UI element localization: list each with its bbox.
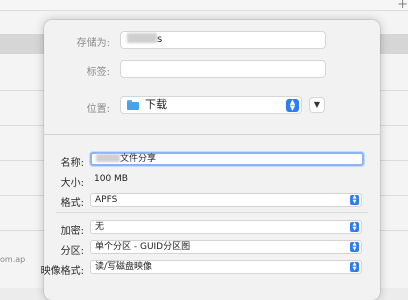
size-value: 100 MB [94,174,128,184]
save-dialog: 存储为: s 标签: 位置: 下载 ▲ ▼ ▼ 名称: 文件分享 大小: 100 … [41,20,380,300]
size-label: 大小: [60,178,84,189]
location-popup[interactable]: 下载 ▲ ▼ [120,96,302,114]
background-partial-text: om.ap [0,255,26,264]
background-titlebar [0,0,408,11]
location-value: 下载 [145,98,167,111]
encryption-label: 加密: [60,226,84,237]
stepper-icon: ▲ ▼ [350,242,359,252]
save-location-section: 存储为: s 标签: 位置: 下载 ▲ ▼ ▼ [44,20,380,134]
name-field[interactable]: 文件分享 [90,152,364,166]
stepper-icon: ▲ ▼ [286,99,299,112]
save-as-value: s [157,34,163,45]
background-row-divider [378,125,408,126]
image-format-popup[interactable]: 读/写磁盘映像 ▲ ▼ [90,260,362,274]
save-as-label: 存储为: [76,38,110,49]
partition-label: 分区: [60,246,84,257]
encryption-popup[interactable]: 无 ▲ ▼ [90,220,362,234]
redacted-text [96,154,120,162]
tags-label: 标签: [86,67,110,78]
save-as-field[interactable]: s [120,31,326,49]
folder-icon [127,100,139,110]
background-row-divider [378,90,408,91]
size-field[interactable]: 100 MB [90,173,362,187]
location-label: 位置: [86,104,110,115]
image-format-label: 映像格式: [40,266,84,277]
format-popup[interactable]: APFS ▲ ▼ [90,193,362,207]
partition-value: 单个分区 - GUID分区图 [95,242,191,252]
stepper-icon: ▲ ▼ [350,222,359,232]
format-value: APFS [95,195,118,205]
name-value: 文件分享 [120,154,157,164]
row-divider [56,212,368,213]
stepper-icon: ▲ ▼ [350,262,359,272]
background-row-divider [0,195,45,196]
section-divider [44,134,380,135]
redacted-text [127,33,157,43]
background-row-divider [0,125,45,126]
background-row-divider [378,160,408,161]
format-label: 格式: [60,198,84,209]
expand-button[interactable]: ▼ [309,97,325,113]
background-row-divider [0,90,45,91]
background-row-divider [0,230,45,231]
name-label: 名称: [60,158,84,169]
background-row-divider [378,195,408,196]
background-row-divider [0,160,45,161]
encryption-value: 无 [95,222,105,232]
image-format-value: 读/写磁盘映像 [95,262,153,272]
tags-field[interactable] [120,60,326,78]
partition-popup[interactable]: 单个分区 - GUID分区图 ▲ ▼ [90,240,362,254]
chevron-down-icon: ▼ [313,100,321,109]
stepper-icon: ▲ ▼ [350,195,359,205]
plus-icon[interactable]: + [397,0,408,12]
background-row-divider [378,230,408,231]
